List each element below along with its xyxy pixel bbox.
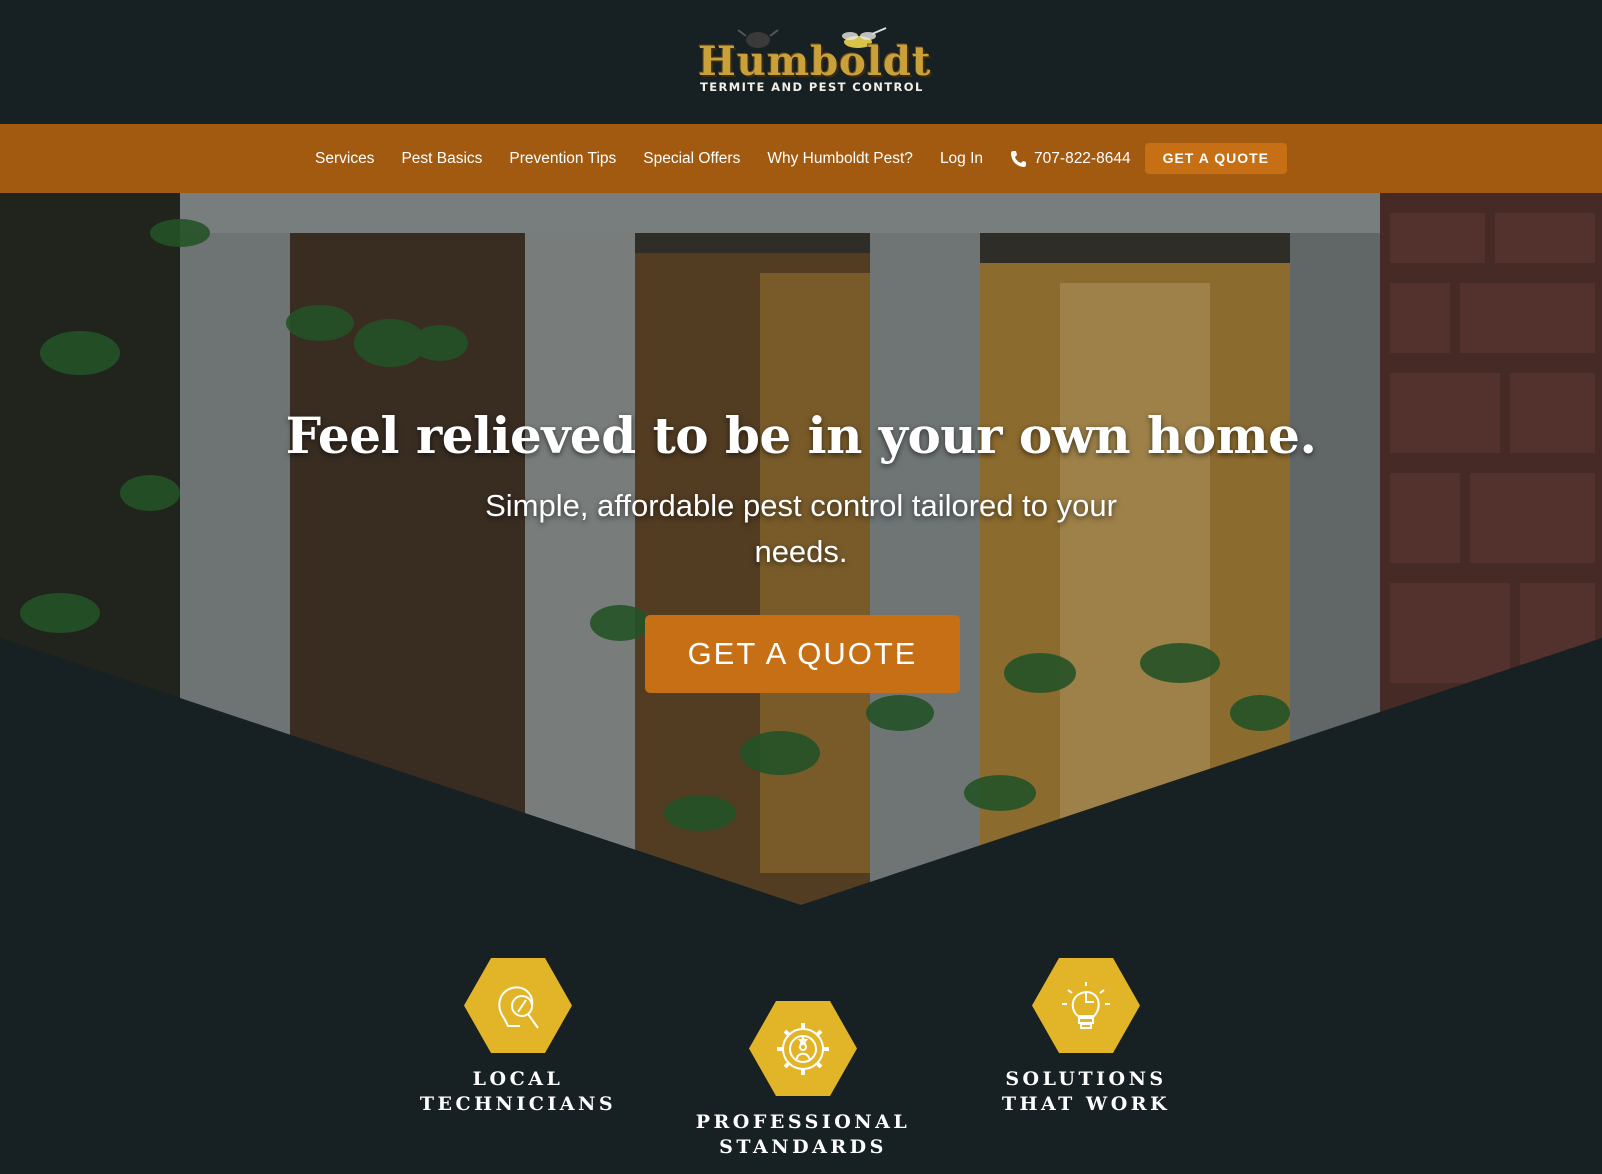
hex-badge	[464, 958, 572, 1053]
feature-label-line2: STANDARDS	[719, 1136, 887, 1158]
feature-label-line1: LOCAL	[472, 1068, 564, 1090]
logo-wordmark: Humboldt	[698, 38, 932, 85]
nav-prevention-tips[interactable]: Prevention Tips	[509, 150, 616, 168]
feature-label-line1: PROFESSIONAL	[695, 1111, 911, 1133]
logo-tagline: TERMITE AND PEST CONTROL	[700, 80, 924, 94]
hex-badge	[1032, 958, 1140, 1053]
main-navigation: Services Pest Basics Prevention Tips Spe…	[0, 124, 1602, 193]
lightbulb-puzzle-icon	[1062, 981, 1110, 1029]
feature-local-technicians: LOCAL TECHNICIANS	[398, 958, 638, 1117]
feature-solutions-that-work: SOLUTIONS THAT WORK	[966, 958, 1206, 1117]
hex-badge	[749, 1001, 857, 1096]
phone-icon	[1011, 150, 1027, 167]
site-header: Humboldt TERMITE AND PEST CONTROL	[0, 0, 1602, 124]
feature-label-line2: TECHNICIANS	[419, 1093, 617, 1115]
hero-section: Feel relieved to be in your own home. Si…	[0, 193, 1602, 905]
feature-label-line2: THAT WORK	[1001, 1093, 1171, 1115]
hero-title: Feel relieved to be in your own home.	[285, 406, 1317, 465]
gear-badge-icon	[777, 1022, 829, 1075]
nav-get-quote-button[interactable]: GET A QUOTE	[1144, 143, 1287, 174]
humboldt-logo[interactable]: Humboldt TERMITE AND PEST CONTROL	[690, 24, 931, 100]
nav-services[interactable]: Services	[315, 150, 374, 168]
nav-phone-link[interactable]: 707-822-8644	[1010, 150, 1131, 168]
nav-special-offers[interactable]: Special Offers	[643, 150, 740, 168]
hero-get-quote-button[interactable]: GET A QUOTE	[645, 615, 960, 693]
magnifier-head-icon	[498, 985, 539, 1029]
hero-subtitle: Simple, affordable pest control tailored…	[485, 488, 1117, 569]
nav-why-humboldt[interactable]: Why Humboldt Pest?	[767, 150, 913, 168]
nav-pest-basics[interactable]: Pest Basics	[401, 150, 482, 168]
phone-number: 707-822-8644	[1034, 149, 1131, 167]
feature-label-line1: SOLUTIONS	[1005, 1068, 1167, 1090]
feature-professional-standards: PROFESSIONAL STANDARDS	[683, 1001, 923, 1160]
nav-log-in[interactable]: Log In	[940, 150, 983, 168]
